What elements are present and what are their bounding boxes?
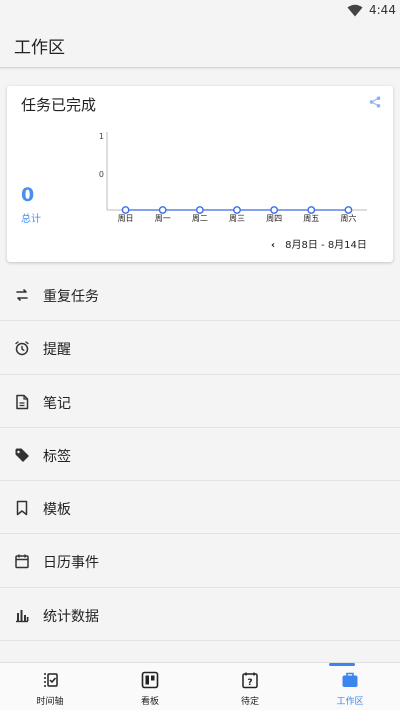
workspace-menu: 重复任务提醒笔记标签模板日历事件统计数据 — [0, 268, 400, 642]
menu-item-label: 标签 — [43, 448, 71, 465]
timeline-icon — [44, 673, 58, 687]
repeat-icon — [16, 289, 28, 301]
data-point — [307, 206, 316, 214]
share-icon[interactable] — [369, 96, 381, 108]
data-point — [233, 206, 241, 214]
nav-item-label: 工作区 — [336, 697, 364, 707]
nav-item[interactable]: ? 待定 — [200, 663, 300, 710]
date-range-label: 8月8日 - 8月14日 — [285, 240, 367, 251]
status-bar: 4:44 — [0, 0, 400, 22]
x-tick-label: 周四 — [266, 214, 282, 223]
data-point — [121, 206, 130, 214]
menu-item[interactable]: 日历事件 — [0, 534, 400, 588]
menu-item[interactable]: 统计数据 — [0, 587, 400, 642]
x-tick-label: 周六 — [340, 213, 356, 223]
x-tick-label: 周三 — [229, 214, 245, 223]
briefcase-icon — [342, 672, 358, 687]
note-icon — [16, 394, 29, 409]
nav-item[interactable]: 时间轴 — [0, 663, 100, 710]
data-point — [195, 206, 204, 214]
svg-text:?: ? — [247, 678, 252, 688]
menu-item-label: 笔记 — [43, 395, 71, 412]
bottom-navigation: 时间轴 看板? 待定 工作区 — [0, 662, 400, 710]
menu-item[interactable]: 笔记 — [0, 374, 400, 428]
completion-chart: 1 0 周日 周一 周二 周三 周四 周五 周六 — [99, 132, 367, 223]
total-count: 0 — [21, 184, 35, 206]
x-tick-label: 周一 — [155, 214, 171, 223]
data-point — [344, 206, 353, 214]
menu-item[interactable]: 模板 — [0, 481, 400, 535]
bookmark-icon — [16, 500, 28, 516]
data-point — [158, 206, 167, 214]
menu-item[interactable]: 重复任务 — [0, 268, 400, 322]
app-bar: 工作区 — [0, 22, 400, 68]
calendar-icon — [15, 554, 29, 569]
wifi-icon — [347, 4, 363, 17]
nav-item-label: 看板 — [140, 697, 159, 707]
active-indicator — [329, 663, 355, 666]
x-tick-label: 周日 — [118, 214, 134, 223]
nav-item[interactable]: 工作区 — [300, 663, 400, 710]
board-icon — [141, 671, 159, 689]
nav-item[interactable]: 看板 — [100, 663, 200, 710]
y-tick-label: 1 — [99, 132, 104, 141]
bar-chart-icon — [16, 609, 29, 622]
menu-item[interactable]: 标签 — [0, 427, 400, 482]
date-range[interactable]: ‹ 8月8日 - 8月14日 — [271, 236, 367, 251]
tag-icon — [15, 448, 29, 462]
data-point — [270, 206, 279, 214]
menu-item-label: 提醒 — [43, 342, 71, 359]
status-time: 4:44 — [369, 3, 396, 17]
page-title: 工作区 — [14, 38, 65, 58]
x-tick-label: 周二 — [192, 214, 208, 223]
menu-item-label: 重复任务 — [43, 289, 99, 305]
x-tick-label: 周五 — [303, 214, 319, 223]
menu-item-label: 模板 — [43, 502, 71, 519]
pending-icon: ? — [242, 672, 258, 689]
menu-item[interactable]: 提醒 — [0, 321, 400, 375]
y-tick-label: 0 — [99, 170, 104, 179]
tasks-completed-card[interactable]: 任务已完成 0 总计 1 0 周日 周一 周二 周三 周四 周五 周六 ‹ 8月8日 - 8月14… — [7, 86, 393, 262]
card-title: 任务已完成 — [21, 96, 97, 114]
nav-item-label: 时间轴 — [36, 697, 64, 707]
alarm-clock-icon — [15, 341, 29, 356]
nav-item-label: 待定 — [240, 697, 259, 707]
menu-item-label: 日历事件 — [43, 555, 99, 572]
chevron-left-icon[interactable]: ‹ — [271, 240, 275, 251]
total-label: 总计 — [21, 214, 41, 225]
menu-item-label: 统计数据 — [43, 608, 99, 625]
